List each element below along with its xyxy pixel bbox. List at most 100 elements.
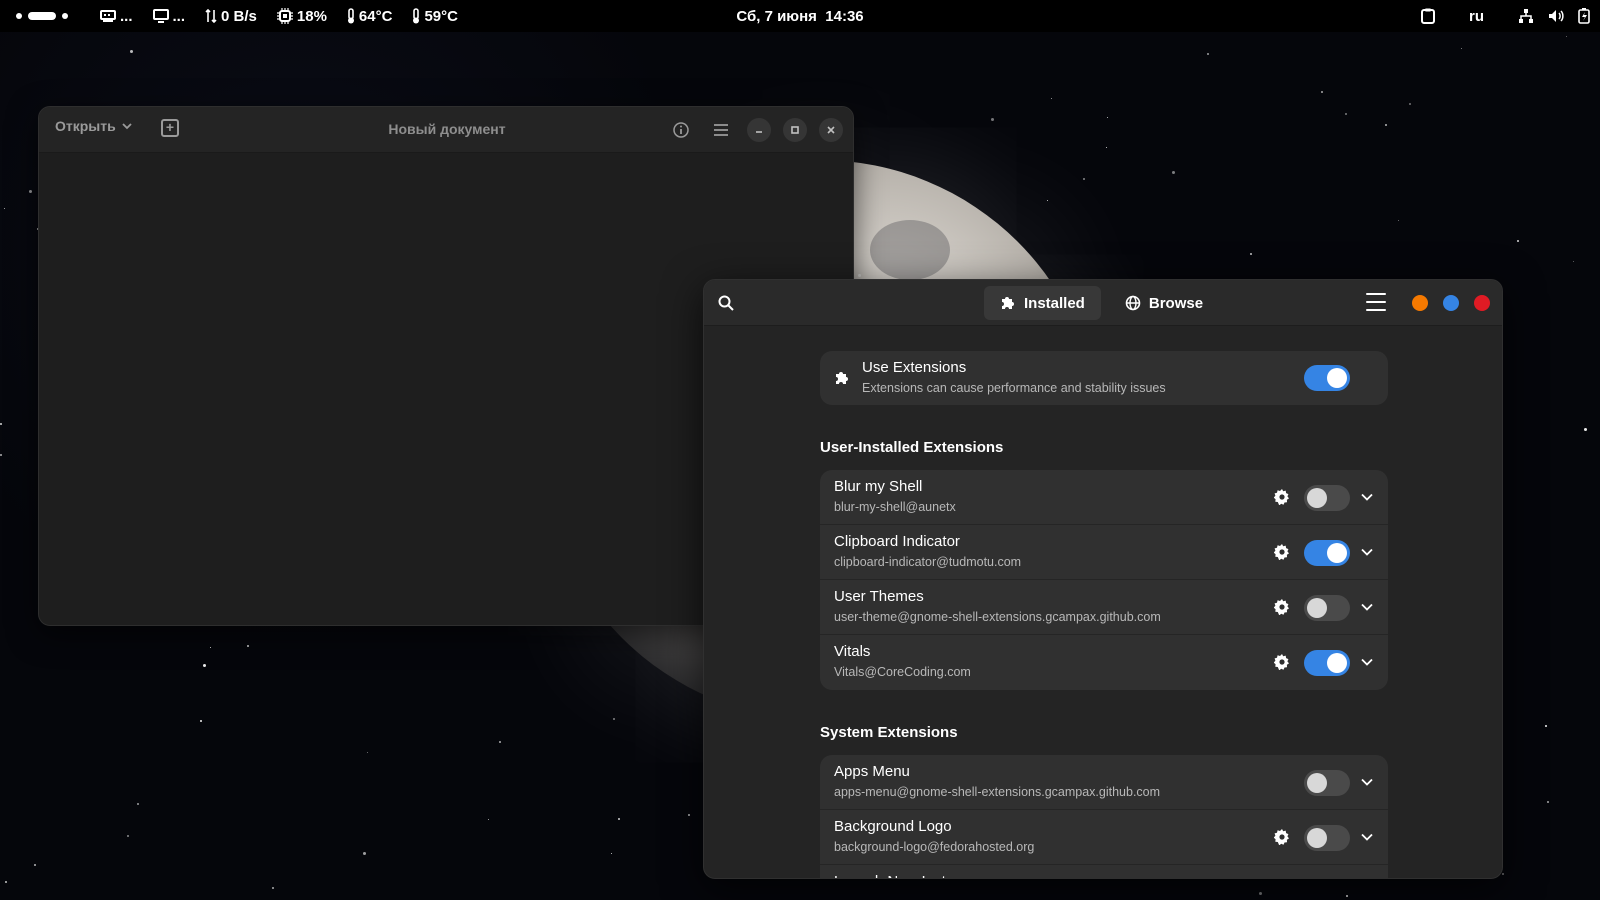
extension-uuid: apps-menu@gnome-shell-extensions.gcampax…	[834, 785, 1161, 799]
use-extensions-toggle[interactable]	[1304, 365, 1350, 391]
star	[1545, 725, 1547, 727]
extension-name: Blur my Shell	[834, 478, 923, 495]
extension-name: Clipboard Indicator	[834, 533, 960, 550]
system-tray[interactable]: ru	[1421, 0, 1590, 32]
settings-gear-icon[interactable]	[1274, 599, 1290, 615]
clipboard-icon[interactable]	[1421, 8, 1435, 24]
star	[203, 664, 206, 667]
extension-toggle[interactable]	[1304, 650, 1350, 676]
search-button[interactable]	[714, 291, 738, 315]
workspace-dot[interactable]	[62, 13, 68, 19]
use-extensions-subtitle: Extensions can cause performance and sta…	[862, 381, 1166, 395]
network-updown-icon	[205, 8, 217, 24]
minimize-button[interactable]	[747, 118, 771, 142]
hamburger-icon	[714, 124, 728, 136]
main-menu-button[interactable]	[707, 116, 735, 144]
workspace-indicator[interactable]	[16, 0, 68, 32]
workspace-active[interactable]	[28, 12, 56, 20]
system-vital: ...	[152, 8, 185, 25]
minimize-icon	[756, 131, 762, 133]
chevron-down-icon[interactable]	[1360, 545, 1374, 559]
close-button[interactable]	[819, 118, 843, 142]
editor-headerbar: Открыть + Новый документ	[39, 107, 853, 153]
temp2-value: 59°C	[424, 7, 458, 25]
chevron-down-icon[interactable]	[1360, 830, 1374, 844]
star	[0, 423, 2, 425]
star	[1106, 147, 1107, 148]
cpu-vital: 18%	[276, 7, 327, 25]
settings-gear-icon[interactable]	[1274, 654, 1290, 670]
star	[247, 645, 249, 647]
extension-row[interactable]: Blur my Shell blur-my-shell@aunetx	[820, 470, 1388, 525]
volume-icon[interactable]	[1548, 8, 1564, 24]
user-extensions-list: Blur my Shell blur-my-shell@aunetx Clipb…	[820, 470, 1388, 690]
star	[5, 881, 7, 883]
close-button[interactable]	[1474, 295, 1490, 311]
star	[210, 647, 211, 648]
workspace-dot[interactable]	[16, 13, 22, 19]
extension-name: Vitals	[834, 643, 871, 660]
star	[1047, 200, 1048, 201]
extensions-list-scroll[interactable]: Use Extensions Extensions can cause perf…	[704, 326, 1502, 878]
cpu-value: 18%	[296, 7, 327, 25]
clock-label[interactable]: Сб, 7 июня 14:36	[736, 8, 863, 25]
vitals-indicator[interactable]: ... ... 0 B/s 18% 64°C 59°C	[100, 0, 458, 32]
memory-vital: ...	[100, 8, 133, 25]
extension-row[interactable]: Vitals Vitals@CoreCoding.com	[820, 635, 1388, 690]
chevron-down-icon[interactable]	[1360, 490, 1374, 504]
star	[1321, 91, 1323, 93]
extension-toggle[interactable]	[1304, 540, 1350, 566]
maximize-button[interactable]	[783, 118, 807, 142]
chevron-down-icon[interactable]	[1360, 600, 1374, 614]
extension-uuid: blur-my-shell@aunetx	[834, 500, 956, 514]
main-menu-button[interactable]	[1366, 293, 1386, 311]
language-indicator[interactable]: ru	[1469, 8, 1484, 25]
document-info-button[interactable]	[667, 116, 695, 144]
star	[488, 819, 489, 820]
extension-toggle[interactable]	[1304, 595, 1350, 621]
chevron-down-icon[interactable]	[1360, 775, 1374, 789]
close-icon	[827, 126, 835, 134]
extension-row[interactable]: Launch New Instance	[820, 865, 1388, 878]
star	[1409, 103, 1411, 105]
settings-gear-icon[interactable]	[1274, 489, 1290, 505]
star	[272, 887, 274, 889]
extension-row[interactable]: User Themes user-theme@gnome-shell-exten…	[820, 580, 1388, 635]
star	[1502, 873, 1504, 875]
battery-charging-icon[interactable]	[1578, 8, 1590, 24]
extension-row[interactable]: Apps Menu apps-menu@gnome-shell-extensio…	[820, 755, 1388, 810]
thermometer-icon	[413, 8, 420, 24]
star	[1345, 113, 1347, 115]
star	[200, 720, 202, 722]
star	[1547, 801, 1549, 803]
extension-row[interactable]: Background Logo background-logo@fedoraho…	[820, 810, 1388, 865]
tab-browse[interactable]: Browse	[1109, 286, 1219, 320]
extension-uuid: user-theme@gnome-shell-extensions.gcampa…	[834, 610, 1161, 624]
network-wired-icon[interactable]	[1518, 8, 1534, 24]
temp2-vital: 59°C	[412, 8, 458, 25]
extension-toggle[interactable]	[1304, 825, 1350, 851]
system-extensions-list: Apps Menu apps-menu@gnome-shell-extensio…	[820, 755, 1388, 878]
extension-manager-headerbar: Installed Browse	[704, 280, 1502, 326]
thermometer-icon	[347, 8, 354, 24]
tab-installed[interactable]: Installed	[984, 286, 1101, 320]
tab-installed-label: Installed	[1024, 294, 1085, 312]
cpu-icon	[276, 8, 293, 24]
chevron-down-icon[interactable]	[1360, 655, 1374, 669]
extension-name: Background Logo	[834, 818, 952, 835]
extension-toggle[interactable]	[1304, 770, 1350, 796]
puzzle-icon	[1002, 297, 1014, 309]
settings-gear-icon[interactable]	[1274, 829, 1290, 845]
tab-browse-label: Browse	[1148, 294, 1204, 312]
extension-uuid: background-logo@fedorahosted.org	[834, 840, 1035, 854]
minimize-button[interactable]	[1412, 295, 1428, 311]
maximize-button[interactable]	[1443, 295, 1459, 311]
star	[1346, 895, 1348, 897]
star	[4, 208, 5, 209]
star	[1385, 124, 1387, 126]
extension-name: Apps Menu	[834, 763, 910, 780]
extension-toggle[interactable]	[1304, 485, 1350, 511]
settings-gear-icon[interactable]	[1274, 544, 1290, 560]
extension-name: User Themes	[834, 588, 924, 605]
extension-row[interactable]: Clipboard Indicator clipboard-indicator@…	[820, 525, 1388, 580]
